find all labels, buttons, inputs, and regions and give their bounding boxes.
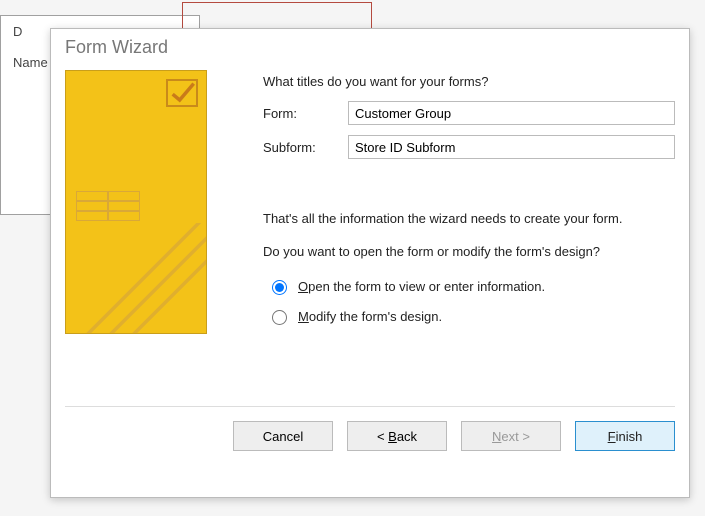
info-choice-text: Do you want to open the form or modify t… bbox=[263, 244, 675, 259]
next-button: Next > bbox=[461, 421, 561, 451]
finish-button[interactable]: Finish bbox=[575, 421, 675, 451]
form-label: Form: bbox=[263, 106, 348, 121]
form-title-input[interactable] bbox=[348, 101, 675, 125]
back-button[interactable]: < Back bbox=[347, 421, 447, 451]
checkmark-icon bbox=[166, 79, 198, 107]
form-wizard-dialog: Form Wizard What titles do you want for … bbox=[50, 28, 690, 498]
button-row: Cancel < Back Next > Finish bbox=[51, 407, 689, 467]
info-done-text: That's all the information the wizard ne… bbox=[263, 211, 675, 226]
question-text: What titles do you want for your forms? bbox=[263, 74, 675, 89]
wizard-illustration bbox=[65, 70, 245, 400]
cancel-button[interactable]: Cancel bbox=[233, 421, 333, 451]
subform-label: Subform: bbox=[263, 140, 348, 155]
modify-design-radio[interactable] bbox=[272, 310, 287, 325]
dialog-title: Form Wizard bbox=[51, 29, 689, 62]
subform-title-input[interactable] bbox=[348, 135, 675, 159]
fields-column: What titles do you want for your forms? … bbox=[263, 70, 675, 400]
modify-design-label: Modify the form's design. bbox=[298, 309, 442, 324]
open-form-radio[interactable] bbox=[272, 280, 287, 295]
open-form-label: Open the form to view or enter informati… bbox=[298, 279, 545, 294]
